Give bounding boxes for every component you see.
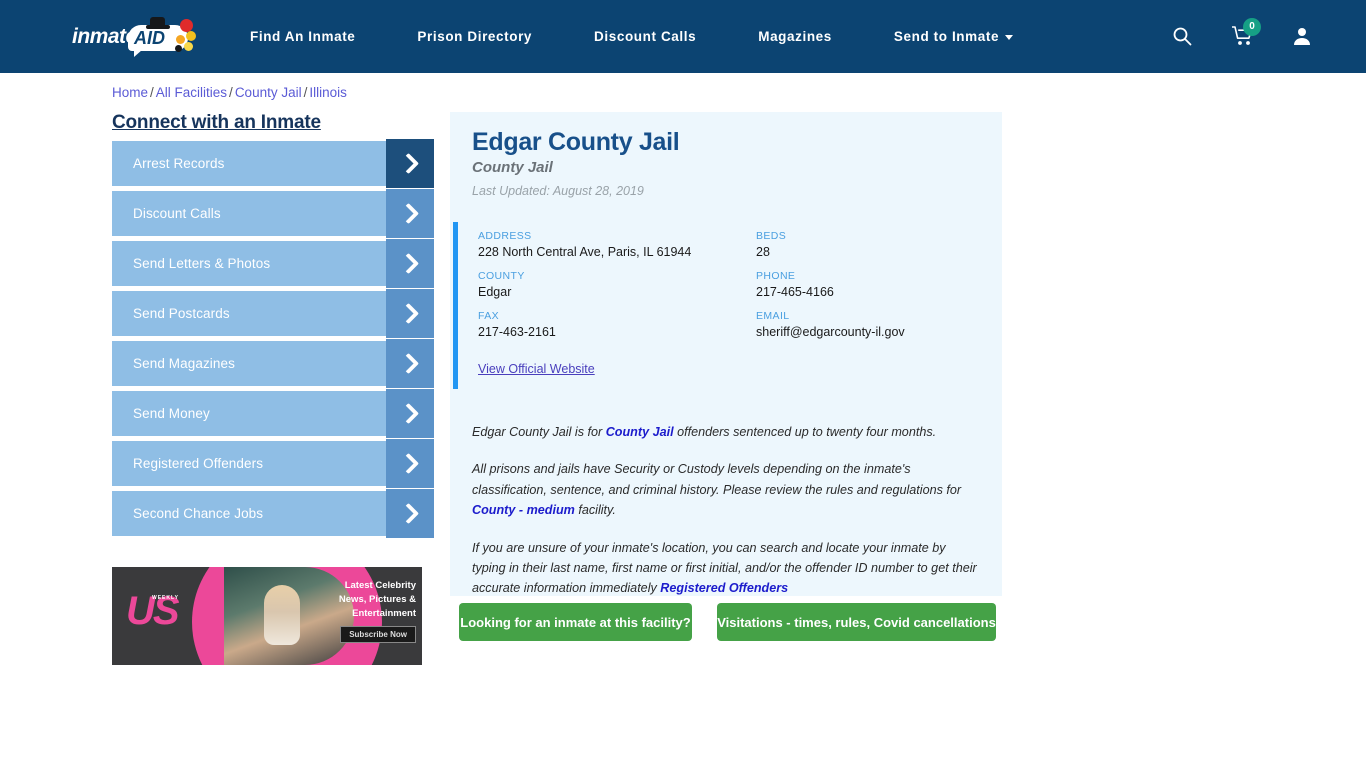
sidebar-item-label: Send Magazines bbox=[133, 356, 235, 371]
chevron-right-icon[interactable] bbox=[386, 239, 434, 288]
detail-value: 217-463-2161 bbox=[478, 325, 556, 339]
ad-subscribe-button[interactable]: Subscribe Now bbox=[340, 626, 416, 644]
detail-email: EMAIL sheriff@edgarcounty-il.gov bbox=[756, 310, 978, 339]
sidebar-item-send-magazines[interactable]: Send Magazines bbox=[112, 339, 434, 388]
sidebar-item-registered-offenders[interactable]: Registered Offenders bbox=[112, 439, 434, 488]
site-header: inmate AID Find An Inmate Prison Directo… bbox=[0, 0, 1366, 73]
sidebar-item-send-letters-photos[interactable]: Send Letters & Photos bbox=[112, 239, 434, 288]
breadcrumb-item-all-facilities[interactable]: All Facilities bbox=[156, 85, 227, 100]
sidebar-item-label: Arrest Records bbox=[133, 156, 225, 171]
facility-details-grid: ADDRESS 228 North Central Ave, Paris, IL… bbox=[478, 230, 978, 339]
cart-icon[interactable]: 0 bbox=[1232, 17, 1261, 48]
facility-description: Edgar County Jail is for County Jail off… bbox=[472, 422, 982, 616]
visitations-button[interactable]: Visitations - times, rules, Covid cancel… bbox=[717, 603, 996, 641]
nav-send-to-inmate[interactable]: Send to Inmate bbox=[893, 29, 1014, 44]
breadcrumb-separator: / bbox=[229, 85, 233, 100]
main-navigation: Find An Inmate Prison Directory Discount… bbox=[250, 0, 1014, 73]
breadcrumb-item-home[interactable]: Home bbox=[112, 85, 148, 100]
desc-p2-text-a: All prisons and jails have Security or C… bbox=[472, 462, 962, 497]
detail-value: 28 bbox=[756, 245, 770, 259]
sidebar-menu: Arrest Records Discount Calls Send Lette… bbox=[112, 139, 434, 541]
inmateaid-logo[interactable]: inmate AID bbox=[72, 15, 196, 59]
logo-confetti-icon bbox=[172, 19, 200, 55]
chevron-down-icon bbox=[1005, 34, 1014, 40]
breadcrumb-item-county-jail[interactable]: County Jail bbox=[235, 85, 302, 100]
chevron-right-icon[interactable] bbox=[386, 139, 434, 188]
sidebar-item-send-money[interactable]: Send Money bbox=[112, 389, 434, 438]
detail-label: ADDRESS bbox=[478, 230, 532, 242]
sidebar-item-label: Send Money bbox=[133, 406, 210, 421]
chevron-right-icon[interactable] bbox=[386, 439, 434, 488]
sidebar-item-label: Send Letters & Photos bbox=[133, 256, 271, 271]
view-official-website-link[interactable]: View Official Website bbox=[478, 362, 595, 376]
desc-p2-text-b: facility. bbox=[574, 503, 616, 518]
chevron-right-icon[interactable] bbox=[386, 489, 434, 538]
nav-magazines[interactable]: Magazines bbox=[758, 29, 832, 44]
sidebar-item-second-chance-jobs[interactable]: Second Chance Jobs bbox=[112, 489, 434, 538]
detail-value: Edgar bbox=[478, 285, 512, 299]
facility-info-panel: Edgar County Jail County Jail Last Updat… bbox=[450, 112, 1002, 596]
breadcrumb-separator: / bbox=[150, 85, 154, 100]
sidebar-item-label: Registered Offenders bbox=[133, 456, 264, 471]
description-paragraph-1: Edgar County Jail is for County Jail off… bbox=[472, 422, 982, 442]
looking-for-inmate-button[interactable]: Looking for an inmate at this facility? bbox=[459, 603, 692, 641]
facility-type: County Jail bbox=[472, 159, 553, 176]
ad-line-1: Latest Celebrity bbox=[344, 580, 416, 591]
chevron-right-icon[interactable] bbox=[386, 339, 434, 388]
logo-top-hat-icon bbox=[146, 17, 170, 31]
detail-value: sheriff@edgarcounty-il.gov bbox=[756, 325, 905, 339]
sidebar-item-label: Discount Calls bbox=[133, 206, 221, 221]
detail-value: 217-465-4166 bbox=[756, 285, 834, 299]
nav-discount-calls[interactable]: Discount Calls bbox=[594, 29, 696, 44]
advertisement-banner[interactable]: US WEEKLY Latest Celebrity News, Picture… bbox=[112, 567, 422, 665]
logo-aid-text: AID bbox=[134, 28, 165, 48]
ad-brand-sublabel: WEEKLY bbox=[152, 595, 179, 601]
chevron-right-icon[interactable] bbox=[386, 389, 434, 438]
desc-p3-link[interactable]: Registered Offenders bbox=[660, 581, 788, 595]
breadcrumb-item-illinois[interactable]: Illinois bbox=[309, 85, 347, 100]
sidebar-item-discount-calls[interactable]: Discount Calls bbox=[112, 189, 434, 238]
detail-label: PHONE bbox=[756, 270, 796, 282]
nav-send-to-inmate-label: Send to Inmate bbox=[893, 29, 1000, 44]
chevron-right-icon[interactable] bbox=[386, 289, 434, 338]
detail-label: FAX bbox=[478, 310, 500, 322]
sidebar-item-send-postcards[interactable]: Send Postcards bbox=[112, 289, 434, 338]
sidebar-item-label: Second Chance Jobs bbox=[133, 506, 264, 521]
detail-phone: PHONE 217-465-4166 bbox=[756, 270, 978, 299]
nav-find-an-inmate[interactable]: Find An Inmate bbox=[250, 29, 355, 44]
detail-label: BEDS bbox=[756, 230, 787, 242]
facility-name: Edgar County Jail bbox=[472, 128, 680, 156]
description-paragraph-2: All prisons and jails have Security or C… bbox=[472, 459, 982, 520]
cart-count-badge: 0 bbox=[1243, 17, 1261, 36]
panel-accent-bar bbox=[453, 222, 458, 389]
user-account-icon[interactable] bbox=[1292, 26, 1312, 48]
breadcrumb-separator: / bbox=[303, 85, 308, 100]
sidebar-item-label: Send Postcards bbox=[133, 306, 230, 321]
desc-p1-link[interactable]: County Jail bbox=[606, 425, 674, 439]
nav-prison-directory[interactable]: Prison Directory bbox=[417, 29, 532, 44]
header-icon-group: 0 bbox=[1172, 0, 1312, 73]
desc-p1-text-b: offenders sentenced up to twenty four mo… bbox=[673, 425, 937, 439]
page-title: Connect with an Inmate bbox=[112, 112, 321, 133]
desc-p1-text-a: Edgar County Jail is for bbox=[472, 425, 606, 439]
desc-p2-link[interactable]: County - medium bbox=[472, 503, 575, 517]
logo-wordmark: inmate bbox=[72, 25, 137, 48]
detail-label: COUNTY bbox=[478, 270, 525, 282]
detail-value: 228 North Central Ave, Paris, IL 61944 bbox=[478, 245, 692, 259]
facility-last-updated: Last Updated: August 28, 2019 bbox=[472, 184, 644, 198]
detail-county: COUNTY Edgar bbox=[478, 270, 756, 299]
detail-beds: BEDS 28 bbox=[756, 230, 978, 259]
chevron-right-icon[interactable] bbox=[386, 189, 434, 238]
detail-address: ADDRESS 228 North Central Ave, Paris, IL… bbox=[478, 230, 756, 259]
ad-line-2: News, Pictures & bbox=[338, 593, 416, 605]
sidebar-item-arrest-records[interactable]: Arrest Records bbox=[112, 139, 434, 188]
description-paragraph-3: If you are unsure of your inmate's locat… bbox=[472, 538, 982, 599]
search-icon[interactable] bbox=[1172, 26, 1192, 48]
detail-fax: FAX 217-463-2161 bbox=[478, 310, 756, 339]
detail-label: EMAIL bbox=[756, 310, 790, 322]
breadcrumb: Home / All Facilities / County Jail / Illinois bbox=[112, 85, 347, 100]
ad-copy: Latest Celebrity News, Pictures & Entert… bbox=[322, 579, 416, 644]
ad-line-3: Entertainment bbox=[352, 607, 416, 619]
